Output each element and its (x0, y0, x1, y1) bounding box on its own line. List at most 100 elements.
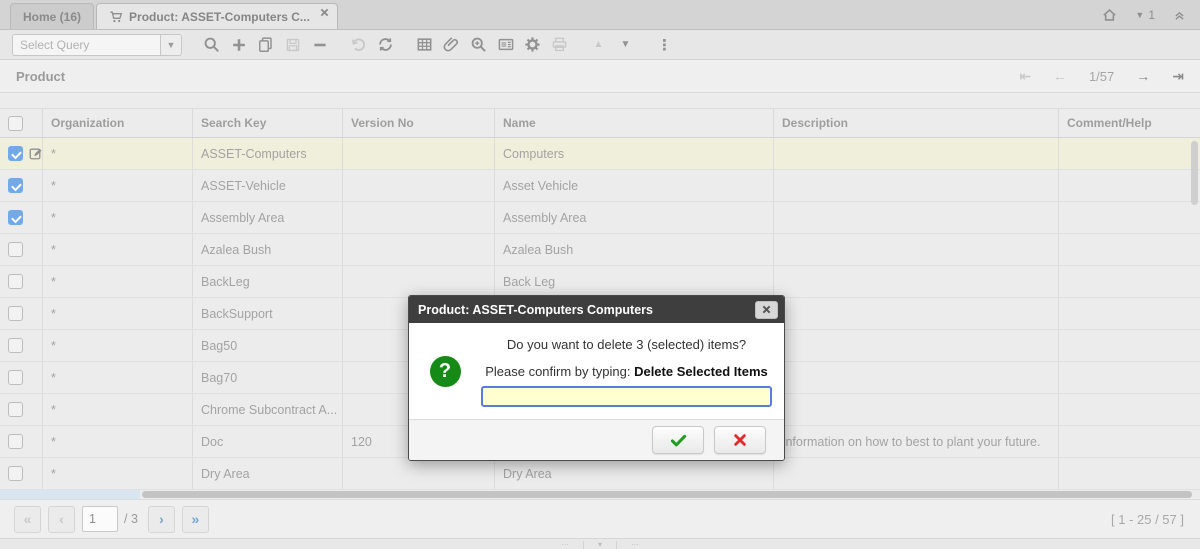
dialog-message: Do you want to delete 3 (selected) items… (507, 337, 746, 352)
frozen-column-area (0, 490, 140, 499)
table-row[interactable]: * Dry Area Dry Area (0, 458, 1200, 490)
home-icon[interactable] (1102, 8, 1117, 22)
row-select-cell (0, 394, 42, 425)
print-icon (546, 32, 573, 58)
select-query-input[interactable] (12, 34, 160, 56)
table-row[interactable]: * Azalea Bush Azalea Bush (0, 234, 1200, 266)
expand-down-icon[interactable]: ▼ (612, 32, 639, 58)
cell-description (773, 394, 1058, 425)
row-checkbox[interactable] (8, 242, 23, 257)
cell-organization: * (42, 202, 192, 233)
more-options-icon[interactable]: ⋮ (651, 32, 678, 58)
cell-name: Computers (494, 138, 773, 169)
table-row[interactable]: * ASSET-Vehicle Asset Vehicle (0, 170, 1200, 202)
attachment-icon[interactable] (438, 32, 465, 58)
col-organization[interactable]: Organization (42, 109, 192, 137)
question-icon: ? (430, 356, 461, 387)
page-title: Product (16, 69, 65, 84)
row-checkbox[interactable] (8, 402, 23, 417)
cell-search-key: BackSupport (192, 298, 342, 329)
cell-description: Information on how to best to plant your… (773, 426, 1058, 457)
zoom-icon[interactable] (465, 32, 492, 58)
cell-search-key: Chrome Subcontract A... (192, 394, 342, 425)
row-checkbox[interactable] (8, 274, 23, 289)
tab-home[interactable]: Home (16) (10, 3, 94, 29)
window-tab-bar: Home (16) Product: ASSET-Computers C... … (0, 0, 1200, 30)
tab-product[interactable]: Product: ASSET-Computers C... (96, 3, 338, 29)
col-description[interactable]: Description (773, 109, 1058, 137)
confirm-text-input[interactable] (481, 386, 772, 407)
cell-organization: * (42, 362, 192, 393)
cell-version-no (342, 138, 494, 169)
cell-organization: * (42, 426, 192, 457)
row-checkbox[interactable] (8, 370, 23, 385)
cell-organization: * (42, 458, 192, 489)
vertical-scrollbar[interactable] (1191, 139, 1198, 490)
process-gear-icon[interactable] (519, 32, 546, 58)
row-checkbox[interactable] (8, 306, 23, 321)
cell-name: Asset Vehicle (494, 170, 773, 201)
desktop-count: 1 (1148, 8, 1155, 22)
row-checkbox[interactable] (8, 210, 23, 225)
row-select-cell (0, 426, 42, 457)
horizontal-scrollbar[interactable] (0, 490, 1200, 499)
page-number-input[interactable] (82, 506, 118, 532)
row-checkbox[interactable] (8, 434, 23, 449)
dialog-title: Product: ASSET-Computers Computers (418, 303, 653, 317)
table-row[interactable]: * Assembly Area Assembly Area (0, 202, 1200, 234)
confirm-ok-button[interactable] (652, 426, 704, 454)
table-row[interactable]: * BackLeg Back Leg (0, 266, 1200, 298)
cell-version-no (342, 170, 494, 201)
tab-close-icon[interactable] (320, 8, 329, 17)
cell-version-no (342, 202, 494, 233)
row-checkbox[interactable] (8, 338, 23, 353)
table-header-row: Organization Search Key Version No Name … (0, 108, 1200, 138)
delete-confirmation-dialog: Product: ASSET-Computers Computers ? Do … (408, 295, 785, 461)
edit-record-icon[interactable] (28, 146, 42, 161)
title-bar: Product ⇤ ← 1/57 → ⇥ (0, 60, 1200, 93)
last-page-button[interactable]: » (182, 506, 209, 533)
refresh-icon[interactable] (372, 32, 399, 58)
dialog-title-bar[interactable]: Product: ASSET-Computers Computers (409, 296, 784, 323)
cell-version-no (342, 234, 494, 265)
select-all-checkbox[interactable] (8, 116, 23, 131)
search-icon[interactable] (198, 32, 225, 58)
horizontal-scroll-thumb[interactable] (142, 491, 1192, 498)
col-search-key[interactable]: Search Key (192, 109, 342, 137)
row-checkbox[interactable] (8, 466, 23, 481)
report-icon[interactable] (492, 32, 519, 58)
record-range-label: [ 1 - 25 / 57 ] (1111, 512, 1184, 527)
cell-search-key: BackLeg (192, 266, 342, 297)
new-record-icon[interactable] (225, 32, 252, 58)
delete-icon[interactable] (306, 32, 333, 58)
next-page-button[interactable]: › (148, 506, 175, 533)
cell-description (773, 202, 1058, 233)
confirm-cancel-button[interactable] (714, 426, 766, 454)
col-name[interactable]: Name (494, 109, 773, 137)
south-splitter[interactable]: ⋯ ▾ ⋯ (0, 538, 1200, 549)
cell-comment-help (1058, 362, 1200, 393)
copy-record-icon[interactable] (252, 32, 279, 58)
next-record-icon[interactable]: → (1136, 69, 1150, 83)
dialog-close-button[interactable] (755, 301, 778, 319)
cell-search-key: Azalea Bush (192, 234, 342, 265)
cell-description (773, 362, 1058, 393)
col-version-no[interactable]: Version No (342, 109, 494, 137)
confirm-phrase: Delete Selected Items (634, 364, 768, 379)
last-record-icon[interactable]: ⇥ (1172, 69, 1184, 83)
cell-description (773, 458, 1058, 489)
cell-search-key: Bag70 (192, 362, 342, 393)
row-checkbox[interactable] (8, 178, 23, 193)
table-row[interactable]: * ASSET-Computers Computers (0, 138, 1200, 170)
row-checkbox[interactable] (8, 146, 23, 161)
splitter-dots-icon: ⋯ (617, 541, 653, 549)
combobox-arrow-icon[interactable]: ▼ (160, 34, 182, 56)
cell-search-key: Dry Area (192, 458, 342, 489)
row-select-cell (0, 234, 42, 265)
grid-toggle-icon[interactable] (411, 32, 438, 58)
header-right-controls: ▼ 1 (1102, 0, 1186, 30)
desktop-selector[interactable]: ▼ 1 (1135, 8, 1155, 22)
col-comment-help[interactable]: Comment/Help (1058, 109, 1200, 137)
undo-icon (345, 32, 372, 58)
collapse-header-icon[interactable] (1173, 9, 1186, 22)
